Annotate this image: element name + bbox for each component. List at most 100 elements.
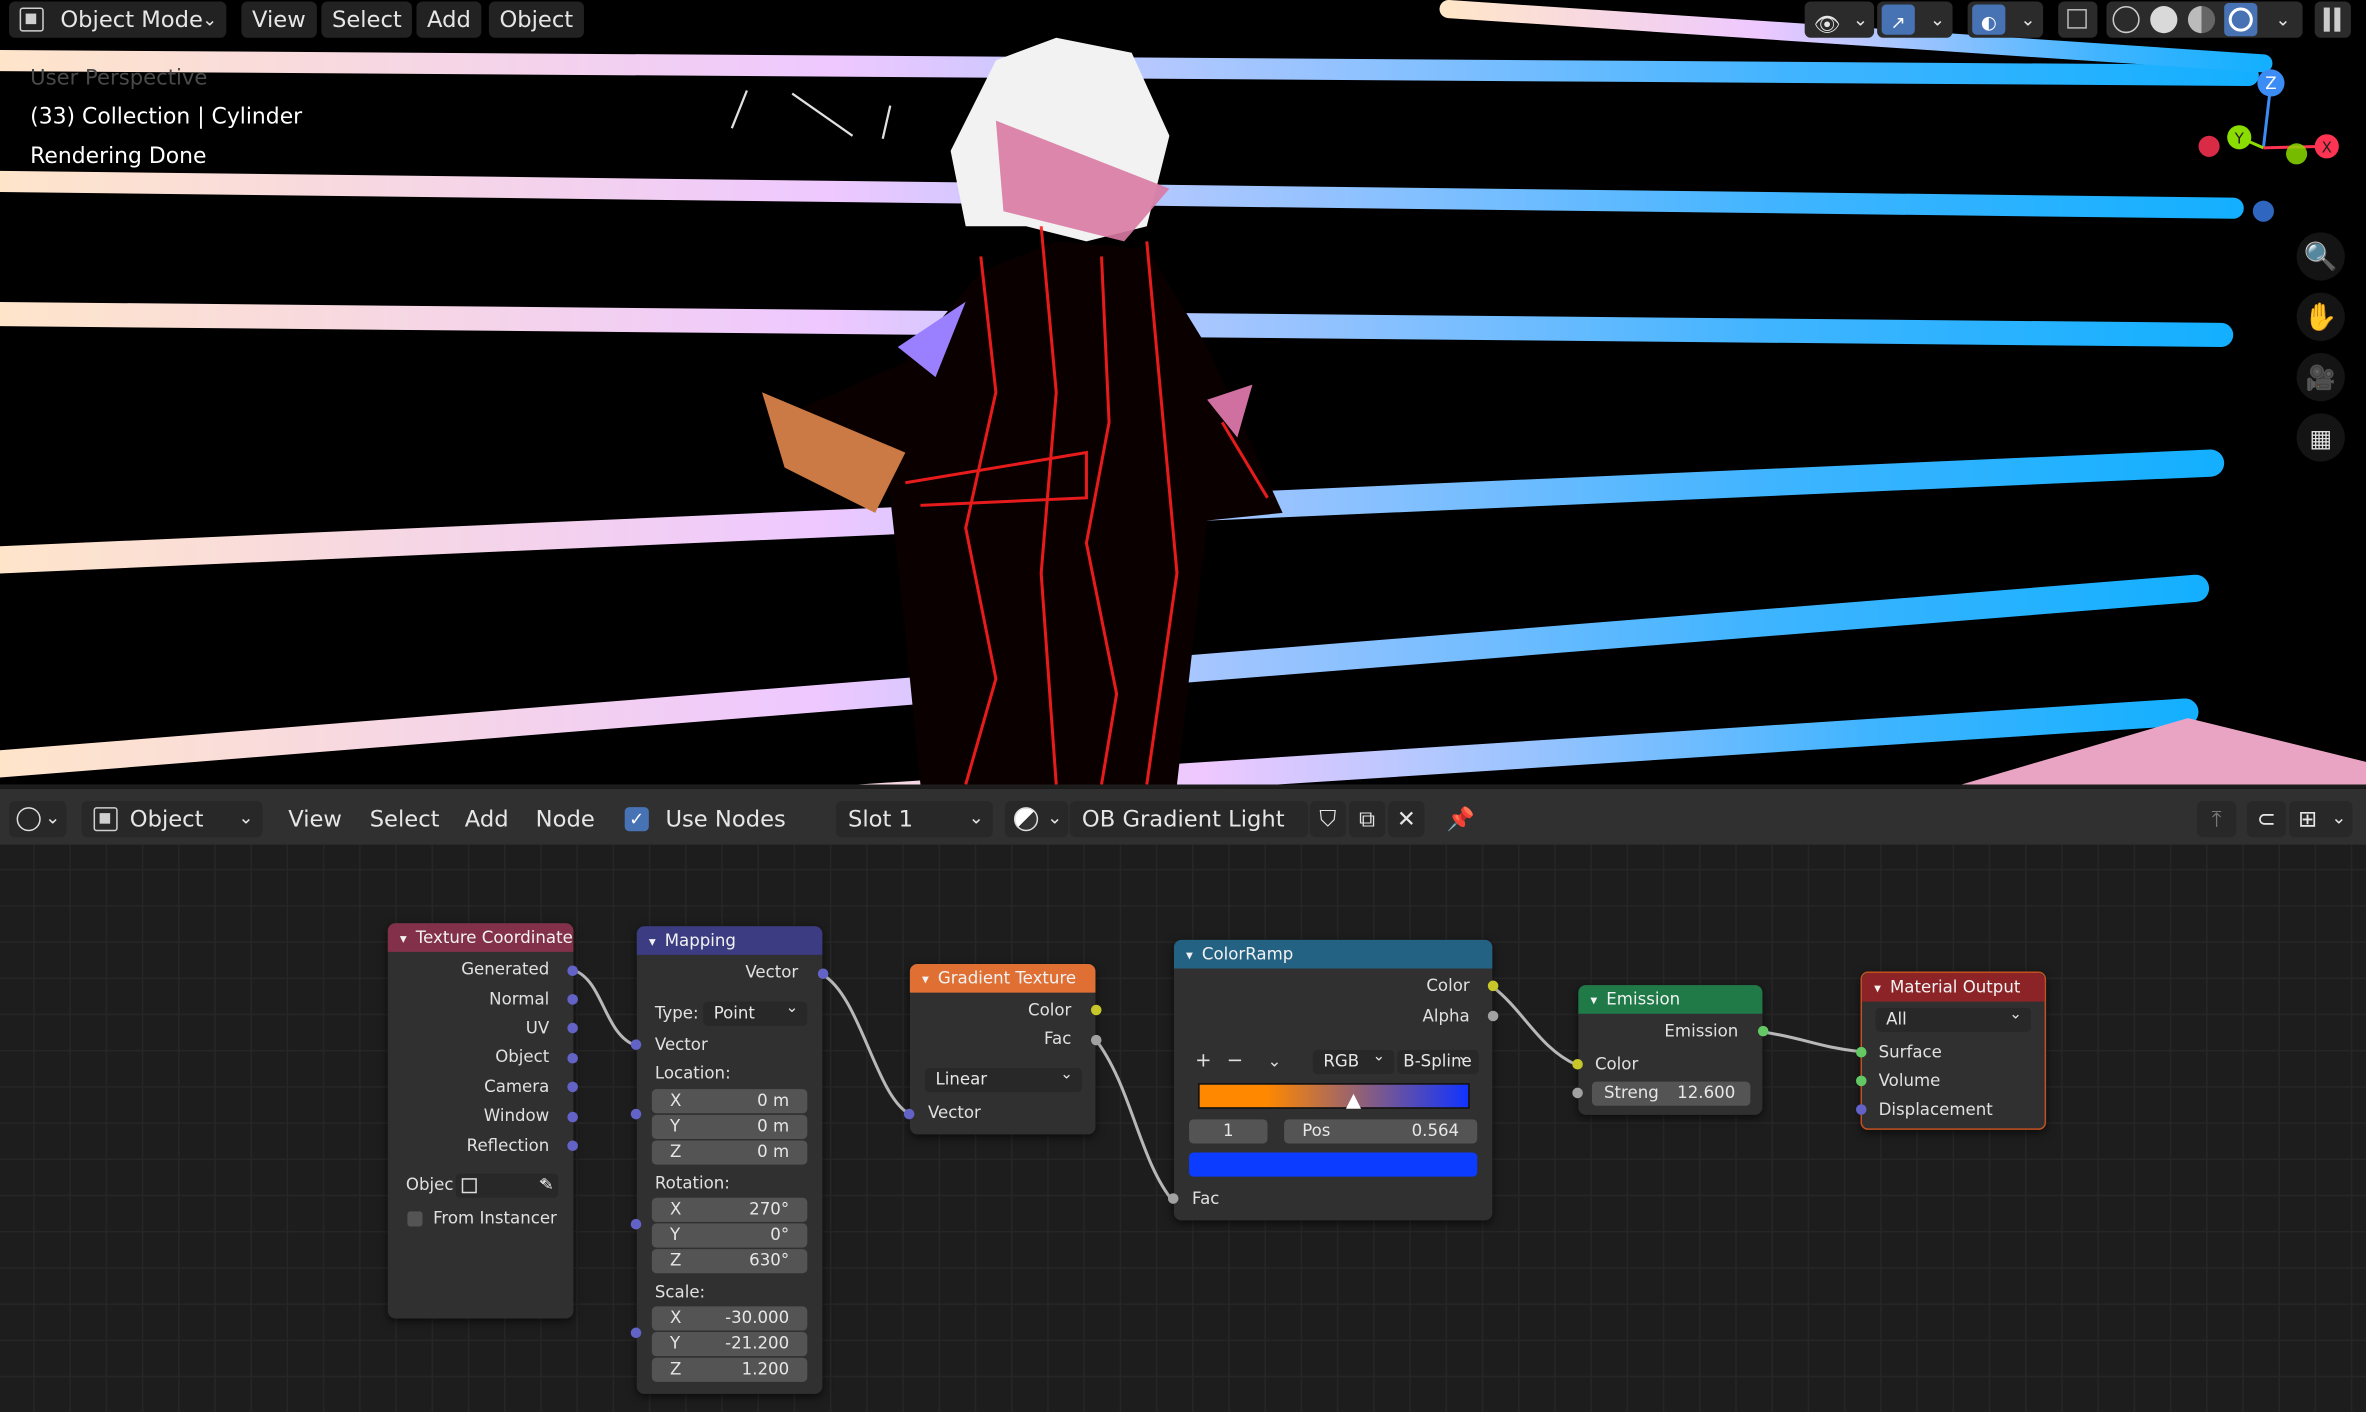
node-header[interactable]: Texture Coordinate (387, 923, 574, 952)
color-stop-marker[interactable] (1345, 1093, 1361, 1109)
rotation-x-field[interactable]: X 270° (651, 1197, 808, 1222)
socket-location[interactable] (630, 1108, 642, 1120)
sidebar-toggle[interactable] (2314, 1, 2351, 38)
ramp-menu-button[interactable]: ⌄ (1268, 1050, 1282, 1074)
gradient-type-dropdown[interactable]: Linear (924, 1064, 1082, 1093)
texture-coordinate-node[interactable]: Texture Coordinate Generated Normal UV O… (387, 923, 578, 1319)
zoom-button[interactable]: 🔍 (2296, 232, 2345, 281)
socket-volume-in[interactable] (1855, 1075, 1867, 1087)
socket-vector-in[interactable] (903, 1108, 915, 1120)
emission-node[interactable]: Emission Emission Color Streng12.600 (1572, 985, 1769, 1115)
socket-color-in[interactable] (1572, 1059, 1583, 1070)
socket-displacement-in[interactable] (1855, 1104, 1867, 1115)
object-mode-dropdown[interactable]: Object Mode ⌄ (9, 1, 227, 38)
socket-fac-out[interactable] (1090, 1034, 1102, 1046)
node-header[interactable]: Gradient Texture (909, 963, 1096, 993)
active-stop-index[interactable]: 1 (1189, 1119, 1268, 1144)
socket-rotation[interactable] (630, 1218, 642, 1230)
from-instancer-label: From Instancer (433, 1208, 557, 1228)
slot-dropdown[interactable]: Slot 1 ⌄ (835, 801, 993, 838)
gradient-texture-node[interactable]: Gradient Texture Color Fac Linear Vector (903, 963, 1102, 1135)
socket-vector-out[interactable] (817, 968, 829, 980)
node-editor-canvas[interactable]: Texture Coordinate Generated Normal UV O… (0, 844, 2366, 1412)
scale-x-field[interactable]: X -30.000 (651, 1306, 808, 1331)
socket-reflection[interactable] (567, 1140, 578, 1152)
socket-color-out[interactable] (1487, 980, 1499, 992)
snap-mode-dropdown[interactable]: ⊞ ⌄ (2289, 801, 2353, 838)
object-picker[interactable]: ✎ (455, 1169, 559, 1198)
socket-alpha-out[interactable] (1487, 1010, 1499, 1022)
color-ramp-bar[interactable] (1198, 1083, 1470, 1109)
colorramp-node[interactable]: ColorRamp Color Alpha + − ⌄ RGB B-Spline… (1167, 939, 1499, 1221)
viewport-menu-add[interactable]: Add (416, 1, 482, 38)
mapping-node[interactable]: Mapping Vector Type: Point Vector Locati… (630, 926, 829, 1394)
location-y-field[interactable]: Y0 m (651, 1114, 808, 1139)
socket-uv[interactable] (567, 1022, 578, 1034)
node-menu-add[interactable]: Add (465, 801, 509, 837)
pin-button[interactable]: 📌 (1443, 801, 1479, 837)
stop-color-swatch[interactable] (1189, 1152, 1478, 1177)
xray-toggle[interactable] (2058, 1, 2098, 38)
location-x-field[interactable]: X0 m (651, 1089, 808, 1114)
camera-view-button[interactable]: 🎥 (2296, 353, 2345, 402)
gizmo-toggle[interactable]: ↗ ⌄ (1877, 1, 1953, 38)
fake-user-button[interactable]: ⛉ (1309, 801, 1346, 838)
scale-z-field[interactable]: Z 1.200 (651, 1357, 808, 1382)
socket-emission-out[interactable] (1757, 1025, 1769, 1037)
node-header[interactable]: Emission (1578, 985, 1763, 1014)
socket-strength-in[interactable] (1572, 1087, 1583, 1099)
node-menu-view[interactable]: View (288, 801, 342, 837)
viewport-menu-view[interactable]: View (241, 1, 317, 38)
rendered-icon[interactable] (2224, 3, 2258, 37)
unlink-material-button[interactable]: ✕ (1388, 801, 1425, 838)
viewport-menu-object[interactable]: Object (488, 1, 584, 38)
socket-normal[interactable] (567, 994, 578, 1005)
socket-scale[interactable] (630, 1327, 642, 1339)
visibility-dropdown[interactable]: 👁 ⌄ (1804, 1, 1875, 38)
node-header[interactable]: Mapping (636, 926, 823, 955)
socket-fac-in[interactable] (1167, 1193, 1179, 1204)
node-menu-node[interactable]: Node (536, 801, 595, 837)
pan-button[interactable]: ✋ (2296, 292, 2345, 341)
navigation-gizmo[interactable]: Z Y X (2188, 60, 2354, 181)
mapping-type-dropdown[interactable]: Point (703, 997, 808, 1026)
socket-generated[interactable] (567, 965, 578, 977)
rotation-z-field[interactable]: Z 630° (651, 1249, 808, 1274)
solid-icon[interactable] (2150, 6, 2178, 34)
socket-object[interactable] (567, 1052, 578, 1064)
snap-toggle[interactable]: ⊂ (2246, 801, 2287, 838)
socket-vector-in[interactable] (630, 1039, 642, 1050)
viewport-menu-select[interactable]: Select (321, 1, 413, 38)
node-menu-select[interactable]: Select (370, 801, 440, 837)
socket-surface-in[interactable] (1855, 1046, 1867, 1058)
material-output-node[interactable]: Material Output All Surface Volume Displ… (1855, 971, 2047, 1130)
ortho-toggle-button[interactable]: ▦ (2296, 413, 2345, 462)
overlay-toggle[interactable]: ◐ ⌄ (1967, 1, 2044, 38)
material-name-field[interactable]: OB Gradient Light (1069, 801, 1309, 838)
socket-window[interactable] (567, 1111, 578, 1123)
socket-color-out[interactable] (1090, 1004, 1102, 1016)
stop-position-field[interactable]: Pos 0.564 (1284, 1119, 1478, 1144)
socket-camera[interactable] (567, 1081, 578, 1093)
node-header[interactable]: ColorRamp (1173, 939, 1493, 969)
strength-field[interactable]: Streng 12.600 (1591, 1081, 1751, 1106)
node-header[interactable]: Material Output (1862, 973, 2045, 1002)
target-dropdown[interactable]: All (1875, 1003, 2032, 1032)
material-browse-button[interactable]: ⌄ (1004, 801, 1069, 838)
interpolation-dropdown[interactable]: B-Spline (1397, 1045, 1479, 1075)
material-preview-icon[interactable] (2187, 6, 2216, 34)
editor-type-button[interactable]: ⌄ (9, 801, 67, 838)
use-nodes-checkbox[interactable]: ✓ (624, 807, 649, 832)
location-z-field[interactable]: Z0 m (651, 1140, 808, 1165)
remove-stop-button[interactable]: − (1227, 1050, 1243, 1074)
3d-viewport[interactable]: Object Mode ⌄ View Select Add Object 👁 ⌄… (0, 0, 2366, 785)
from-instancer-checkbox[interactable] (407, 1211, 423, 1227)
color-mode-dropdown[interactable]: RGB (1312, 1045, 1395, 1075)
add-stop-button[interactable]: + (1195, 1050, 1211, 1074)
parent-node-tree-button[interactable]: ⤒ (2197, 801, 2237, 838)
duplicate-material-button[interactable]: ⧉ (1348, 801, 1386, 838)
shader-type-dropdown[interactable]: Object ⌄ (81, 801, 263, 838)
wireframe-icon[interactable] (2112, 6, 2140, 34)
rotation-y-field[interactable]: Y 0° (651, 1223, 808, 1248)
scale-y-field[interactable]: Y -21.200 (651, 1332, 808, 1357)
